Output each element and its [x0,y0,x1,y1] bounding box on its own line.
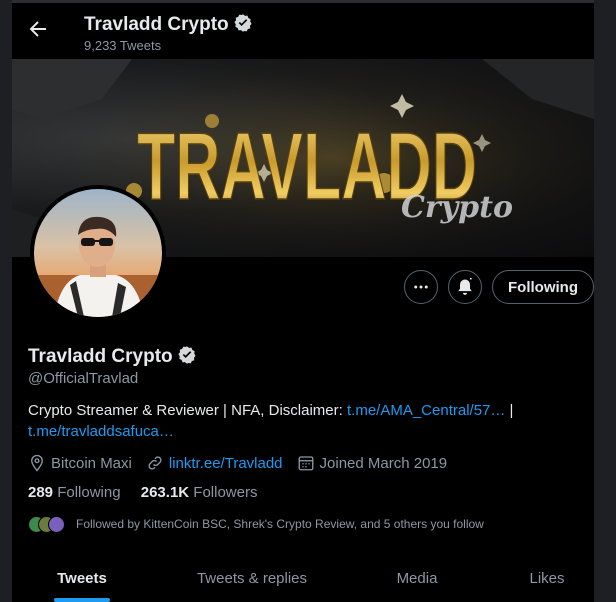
website: linktr.ee/Travladd [146,454,283,472]
tab-media-label: Media [396,569,438,587]
notifications-button[interactable] [448,270,482,304]
bio-link-ama[interactable]: t.me/AMA_Central/57… [347,402,505,419]
tab-media[interactable]: Media [352,554,482,602]
verified-badge-icon [234,14,252,32]
profile-header: Travladd Crypto 9,233 Tweets [12,3,594,59]
notification-bell-icon [458,277,472,295]
follow-stats: 289 Following 263.1K Followers [28,484,273,501]
tab-tweets-replies-label: Tweets & replies [196,569,308,587]
followed-by-text: Followed by KittenCoin BSC, Shrek's Cryp… [76,517,484,531]
back-button[interactable] [26,17,50,41]
banner-subtitle: Crypto [401,190,513,225]
followed-by[interactable]: Followed by KittenCoin BSC, Shrek's Cryp… [28,514,484,534]
header-title: Travladd Crypto [84,13,253,36]
profile-tabs: Tweets Tweets & replies Media Likes [12,554,594,602]
website-link[interactable]: linktr.ee/Travladd [169,455,283,472]
location: Bitcoin Maxi [28,454,132,472]
profile-bio: Crypto Streamer & Reviewer | NFA, Discla… [28,400,588,442]
followers-count: 263.1K [140,484,190,501]
following-button[interactable]: Following [492,270,594,304]
back-arrow-icon [29,21,46,37]
join-date: Joined March 2019 [297,454,448,472]
follower-avatar [48,515,65,533]
following-stat[interactable]: 289 Following [28,484,121,501]
more-icon [414,285,428,289]
bio-text: Crypto Streamer & Reviewer | NFA, Discla… [28,402,347,419]
profile-handle: @OfficialTravlad [28,370,139,387]
profile-meta: Bitcoin Maxi linktr.ee/Travladd Joined M… [28,453,461,473]
link-icon [148,456,162,470]
location-text: Bitcoin Maxi [51,454,132,472]
following-label: Following [57,484,121,501]
tab-likes[interactable]: Likes [482,554,594,602]
bio-separator: | [505,402,514,419]
window-frame-left [0,0,12,602]
avatar-photo [34,189,162,317]
avatar[interactable] [30,185,166,321]
bio-link-safu[interactable]: t.me/travladdsafuca… [28,423,174,440]
tab-tweets-label: Tweets [57,569,107,587]
tweet-count: 9,233 Tweets [84,38,162,53]
profile-name: Travladd Crypto [28,346,173,367]
location-icon [31,454,43,472]
profile-column: Travladd Crypto 9,233 Tweets TRAVLADD Cr… [12,3,594,602]
more-button[interactable] [404,270,438,304]
profile-name-row: Travladd Crypto [28,345,197,368]
following-count: 289 [28,484,54,501]
followers-stat[interactable]: 263.1K Followers [141,484,258,501]
tab-tweets[interactable]: Tweets [12,554,152,602]
window-frame-right [594,0,616,602]
tab-tweets-replies[interactable]: Tweets & replies [152,554,352,602]
verified-badge-icon [178,346,196,364]
calendar-icon [298,456,313,471]
join-date-text: Joined March 2019 [319,454,448,472]
active-tab-indicator [54,598,110,602]
followers-label: Followers [193,484,258,501]
tab-likes-label: Likes [529,569,565,587]
header-name: Travladd Crypto [84,14,229,35]
